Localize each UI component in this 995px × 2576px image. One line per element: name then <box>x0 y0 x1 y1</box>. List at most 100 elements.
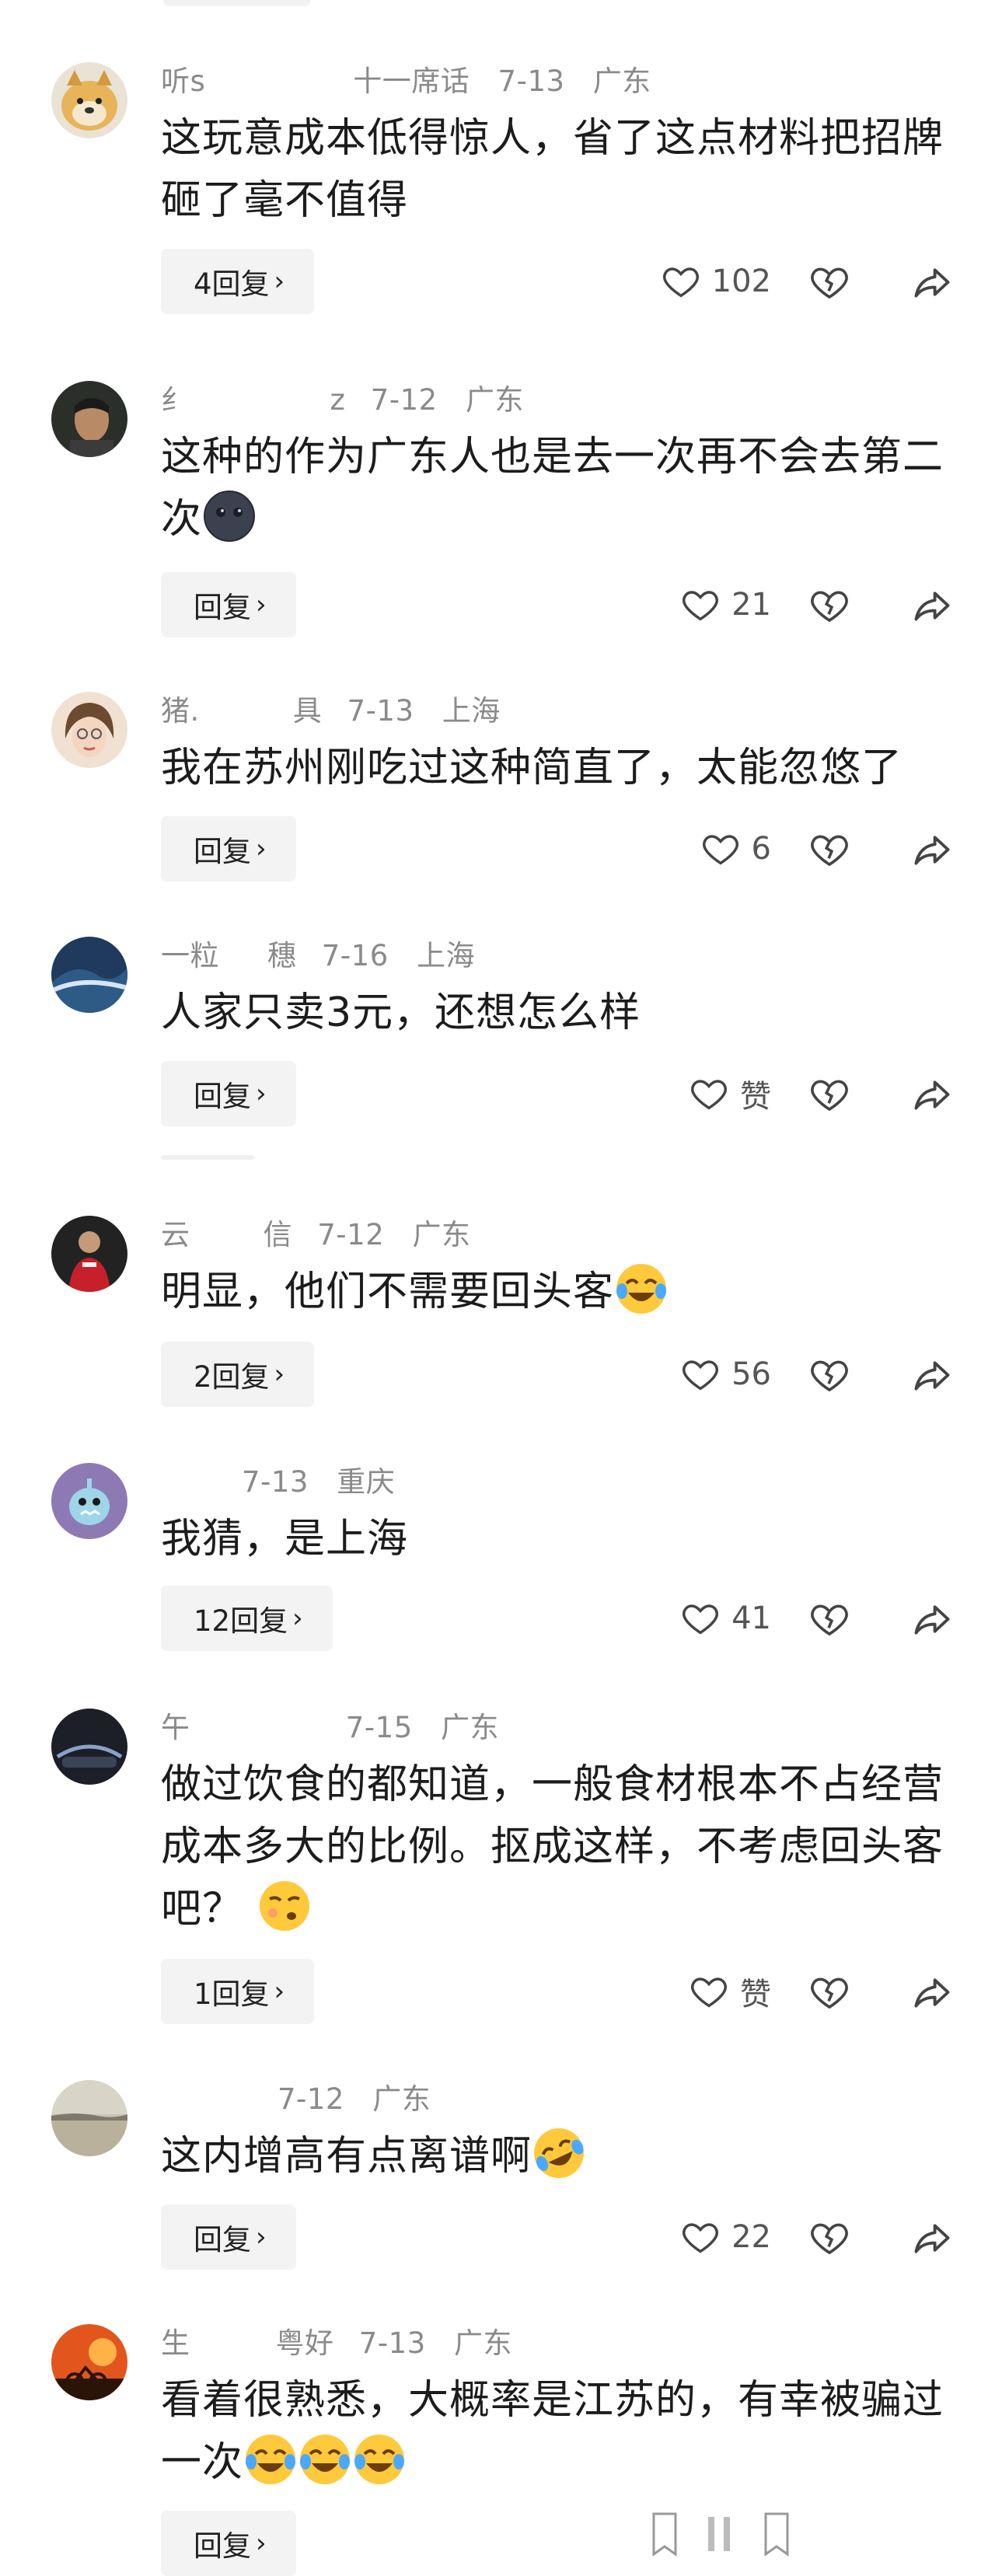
like-button[interactable]: 6 <box>700 816 771 881</box>
comment-date: 7-12 <box>317 1218 385 1251</box>
comment-date: 7-13 <box>242 1465 309 1499</box>
comment-text: 人家只卖3元，还想怎么样 <box>161 990 641 1036</box>
like-count: 41 <box>731 1600 771 1636</box>
avatar[interactable] <box>51 1709 127 1785</box>
crying-laughing-emoji-icon <box>300 2435 351 2484</box>
comment-actions: 赞 <box>0 1959 995 2024</box>
comment-actions: 21 <box>0 572 995 637</box>
comment-author[interactable]: 午 <box>161 1711 190 1744</box>
avatar[interactable] <box>51 937 127 1013</box>
comment-actions: 56 <box>0 1342 995 1407</box>
whistling-face-emoji-icon <box>259 1881 309 1931</box>
comment-meta: 一粒 穗 7-16 上海 <box>161 932 475 974</box>
share-icon[interactable] <box>909 583 955 628</box>
heart-icon <box>683 1604 719 1635</box>
heart-icon <box>683 591 719 621</box>
share-icon[interactable] <box>909 1597 955 1642</box>
comment-text: 这内增高有点离谱啊 <box>161 2125 962 2187</box>
comment-text: 看着很熟悉，大概率是江苏的，有幸被骗过一次 <box>161 2377 944 2486</box>
like-count: 6 <box>751 831 771 867</box>
comment-author[interactable]: 云 <box>161 1218 190 1251</box>
comment-author-tail: 穗 <box>267 939 297 972</box>
broken-heart-icon[interactable] <box>808 1971 850 2013</box>
broken-heart-icon[interactable] <box>808 1598 850 1640</box>
comment-meta: 7-13 重庆 <box>161 1458 395 1500</box>
broken-heart-icon[interactable] <box>808 261 850 303</box>
comment-author[interactable]: 生 <box>161 2326 190 2360</box>
like-button[interactable]: 赞 <box>689 1959 771 2024</box>
broken-heart-icon[interactable] <box>808 829 850 871</box>
broken-heart-icon[interactable] <box>808 1354 850 1396</box>
comment-actions: 102 <box>0 249 995 314</box>
share-icon[interactable] <box>909 827 955 872</box>
comment-date: 7-16 <box>321 939 389 972</box>
like-count: 56 <box>731 1356 771 1392</box>
comment-meta: 生 粤好 7-13 广东 <box>161 2319 512 2361</box>
comment-date: 7-15 <box>345 1711 413 1744</box>
crying-laughing-emoji-icon <box>246 2435 296 2484</box>
avatar[interactable] <box>51 1463 127 1539</box>
bookmark-outline-icon[interactable] <box>761 2511 792 2557</box>
comment-author[interactable]: 纟 <box>161 383 190 417</box>
avatar[interactable] <box>51 1216 127 1292</box>
comment-meta: 7-12 广东 <box>161 2075 431 2117</box>
like-button[interactable]: 赞 <box>689 1061 771 1126</box>
comment-author-tail: 十一席话 <box>353 65 470 98</box>
like-button[interactable]: 56 <box>680 1342 771 1407</box>
comment-actions: 赞 <box>0 1061 995 1126</box>
comment-text: 这玩意成本低得惊人，省了这点材料把招牌砸了毫不值得 <box>161 115 944 224</box>
comment-author-tail: 信 <box>263 1218 292 1251</box>
avatar[interactable] <box>51 2080 127 2156</box>
heart-icon <box>662 267 699 298</box>
comment-text: 我猜，是上海 <box>161 1516 409 1562</box>
share-icon[interactable] <box>909 1970 955 2015</box>
comment-author-tail: 具 <box>292 694 323 728</box>
reply-button[interactable]: 回复 › <box>161 2511 296 2576</box>
comment-author[interactable]: 一粒 <box>161 939 219 972</box>
avatar[interactable] <box>51 381 127 457</box>
share-icon[interactable] <box>909 1353 955 1398</box>
comment-actions: 41 <box>0 1586 995 1651</box>
share-icon[interactable] <box>909 1072 955 1117</box>
comment-meta: 云 信 7-12 广东 <box>161 1211 471 1253</box>
comment-location: 上海 <box>442 694 501 728</box>
like-count: 22 <box>731 2219 771 2255</box>
like-button[interactable]: 21 <box>680 572 771 637</box>
like-count: 赞 <box>740 1079 771 1115</box>
like-count: 赞 <box>740 1977 771 2012</box>
comment-text: 做过饮食的都知道，一般食材根本不占经营成本多大的比例。抠成这样，不考虑回头客吧？ <box>161 1761 944 1932</box>
bookmark-icon[interactable] <box>649 2511 680 2557</box>
comment-meta: 午 7-15 广东 <box>161 1704 499 1746</box>
pause-icon[interactable] <box>697 2511 744 2557</box>
comment-actions: 22 <box>0 2204 995 2270</box>
like-count: 102 <box>711 264 771 299</box>
comment-text: 这种的作为广东人也是去一次再不会去第二次 <box>161 434 944 543</box>
previous-comment-reply-stub <box>163 0 311 6</box>
comment-actions: 6 <box>0 816 995 881</box>
like-count: 21 <box>731 587 771 623</box>
like-button[interactable]: 41 <box>680 1586 771 1651</box>
comment-text: 我在苏州刚吃过这种简直了，太能忽悠了 <box>161 745 903 791</box>
avatar[interactable] <box>51 62 127 138</box>
broken-heart-icon[interactable] <box>808 2217 850 2259</box>
comment-location: 重庆 <box>337 1465 396 1499</box>
reply-label: 回复 <box>194 2529 251 2563</box>
share-icon[interactable] <box>909 260 955 305</box>
like-button[interactable]: 22 <box>680 2204 771 2270</box>
share-icon[interactable] <box>909 2215 955 2260</box>
comment-meta: 猪. 具 7-13 上海 <box>161 687 501 729</box>
comment-location: 广东 <box>454 2326 513 2360</box>
comment-author[interactable]: 猪. <box>161 694 200 728</box>
broken-heart-icon[interactable] <box>808 1073 850 1115</box>
avatar[interactable] <box>51 2324 127 2400</box>
dark-moon-face-emoji-icon <box>204 490 256 542</box>
broken-heart-icon[interactable] <box>808 585 850 627</box>
comment-author-tail: z <box>330 383 346 417</box>
chevron-right-icon: › <box>256 2528 267 2559</box>
comment-author[interactable]: 听s <box>161 65 205 98</box>
comment-meta: 纟 z 7-12 广东 <box>161 376 524 418</box>
like-button[interactable]: 102 <box>661 249 771 314</box>
avatar[interactable] <box>51 692 127 768</box>
heart-icon <box>702 835 738 865</box>
comment-author-tail: 粤好 <box>275 2326 334 2360</box>
